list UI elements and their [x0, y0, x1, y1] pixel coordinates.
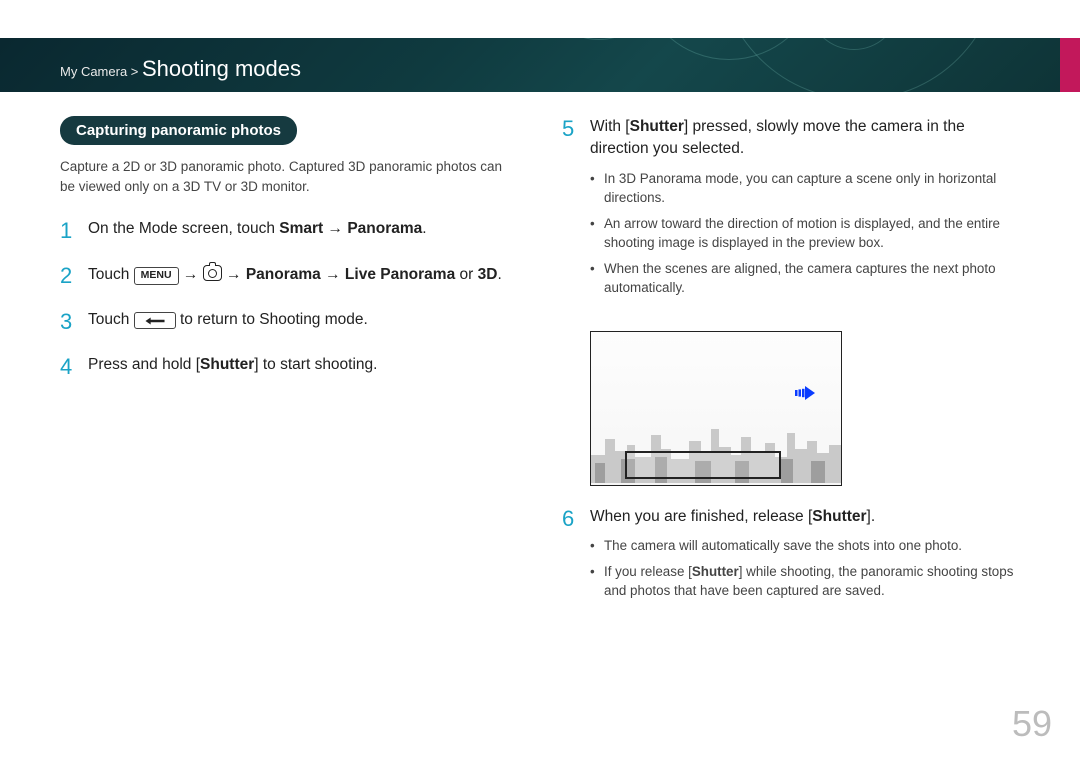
- step-number: 2: [60, 263, 88, 288]
- capture-frame: [625, 451, 781, 479]
- header-bar: My Camera > Shooting modes: [0, 38, 1080, 92]
- panorama-preview-illustration: [590, 331, 842, 486]
- direction-arrow-icon: [795, 386, 815, 405]
- step-6: 6 When you are finished, release [Shutte…: [562, 506, 1020, 614]
- page-number: 59: [1012, 703, 1052, 745]
- step-1: 1 On the Mode screen, touch Smart → Pano…: [60, 218, 518, 243]
- right-column: 5 With [Shutter] pressed, slowly move th…: [562, 116, 1020, 634]
- step-number: 5: [562, 116, 590, 141]
- step-body: With [Shutter] pressed, slowly move the …: [590, 116, 1020, 311]
- step-5: 5 With [Shutter] pressed, slowly move th…: [562, 116, 1020, 311]
- step-body: Touch MENU → → Panorama → Live Panorama …: [88, 263, 502, 286]
- page: My Camera > Shooting modes Capturing pan…: [0, 0, 1080, 765]
- menu-button-icon: MENU: [134, 267, 179, 284]
- step-body: Touch to return to Shooting mode.: [88, 309, 368, 331]
- breadcrumb: My Camera > Shooting modes: [0, 38, 1080, 82]
- bullet: When the scenes are aligned, the camera …: [590, 259, 1020, 298]
- bullet: An arrow toward the direction of motion …: [590, 214, 1020, 253]
- page-title: Shooting modes: [142, 56, 301, 81]
- step-3: 3 Touch to return to Shooting mode.: [60, 309, 518, 334]
- step-number: 4: [60, 354, 88, 379]
- intro-text: Capture a 2D or 3D panoramic photo. Capt…: [60, 157, 518, 196]
- bullet: In 3D Panorama mode, you can capture a s…: [590, 169, 1020, 208]
- camera-icon: [203, 265, 222, 281]
- step-2: 2 Touch MENU → → Panorama → Live Panoram…: [60, 263, 518, 288]
- breadcrumb-prefix: My Camera >: [60, 64, 142, 79]
- step-body: On the Mode screen, touch Smart → Panora…: [88, 218, 427, 240]
- step-number: 6: [562, 506, 590, 531]
- step-4: 4 Press and hold [Shutter] to start shoo…: [60, 354, 518, 379]
- section-heading-pill: Capturing panoramic photos: [60, 116, 297, 145]
- bullet: The camera will automatically save the s…: [590, 536, 1020, 555]
- step-body: When you are finished, release [Shutter]…: [590, 506, 1020, 614]
- step-number: 3: [60, 309, 88, 334]
- bullet: If you release [Shutter] while shooting,…: [590, 562, 1020, 601]
- step-number: 1: [60, 218, 88, 243]
- section-tab: [1060, 38, 1080, 92]
- back-button-icon: [134, 312, 176, 329]
- left-column: Capturing panoramic photos Capture a 2D …: [60, 116, 518, 634]
- content: Capturing panoramic photos Capture a 2D …: [60, 116, 1020, 634]
- step-6-bullets: The camera will automatically save the s…: [590, 536, 1020, 600]
- step-body: Press and hold [Shutter] to start shooti…: [88, 354, 377, 376]
- step-5-bullets: In 3D Panorama mode, you can capture a s…: [590, 169, 1020, 298]
